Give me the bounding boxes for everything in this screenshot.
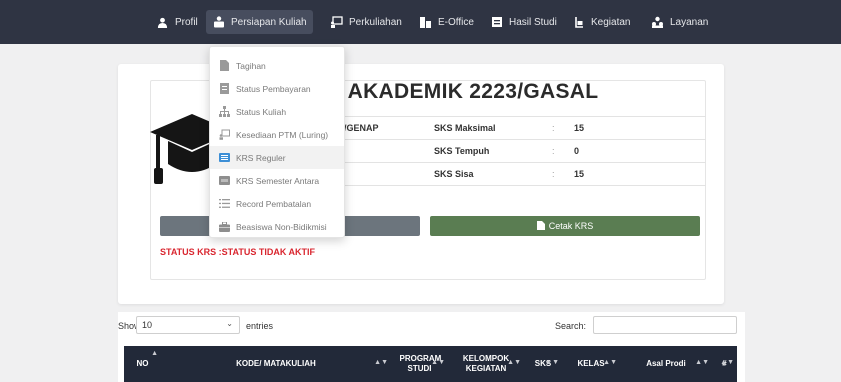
list-icon	[219, 152, 230, 163]
column-header-kelompok[interactable]: KELOMPOK KEGIATAN ▲▼	[448, 346, 524, 382]
sort-icon: ▲▼	[431, 359, 445, 366]
receipt-icon	[219, 83, 230, 94]
chalkboard-icon	[330, 16, 343, 29]
menu-label: Tagihan	[236, 60, 266, 71]
column-header-hash[interactable]: # ▲▼	[712, 346, 737, 382]
info-value: 0	[570, 139, 706, 163]
menu-label: Status Pembayaran	[236, 83, 311, 94]
sort-icon: ▲▼	[695, 359, 709, 366]
nav-label-kegiatan: Kegiatan	[591, 16, 631, 28]
persiapan-kuliah-dropdown: Tagihan Status Pembayaran Status Kuliah …	[209, 46, 345, 238]
grad-cap-icon	[490, 16, 503, 29]
menu-label: KRS Reguler	[236, 152, 286, 163]
list-lines-icon	[219, 198, 230, 209]
person-board-icon	[212, 16, 225, 29]
sort-icon: ▲▼	[374, 359, 388, 366]
column-label: KELOMPOK KEGIATAN	[462, 354, 510, 373]
menu-item-tagihan[interactable]: Tagihan	[210, 54, 344, 77]
column-header-sks[interactable]: SKS ▲▼	[524, 346, 562, 382]
menu-item-kesediaan-ptm[interactable]: Kesediaan PTM (Luring)	[210, 123, 344, 146]
menu-label: Beasiswa Non-Bidikmisi	[236, 221, 327, 232]
file-icon	[219, 60, 230, 71]
sort-icon: ▲▼	[603, 359, 617, 366]
sort-icon: ▲▼	[507, 359, 521, 366]
krs-status-text: STATUS KRS :STATUS TIDAK AKTIF	[160, 247, 315, 257]
menu-item-krs-reguler[interactable]: KRS Reguler	[210, 146, 344, 169]
search-label: Search:	[555, 321, 587, 331]
nav-item-profil[interactable]: Profil	[150, 10, 204, 34]
menu-item-record-pembatalan[interactable]: Record Pembatalan	[210, 192, 344, 215]
nav-label-persiapan-kuliah: Persiapan Kuliah	[231, 16, 307, 28]
menu-label: Status Kuliah	[236, 106, 287, 117]
user-icon	[156, 16, 169, 29]
nav-label-hasil-studi: Hasil Studi	[509, 16, 557, 28]
menu-item-status-pembayaran[interactable]: Status Pembayaran	[210, 77, 344, 100]
nav-label-perkuliahan: Perkuliahan	[349, 16, 402, 28]
column-label: Asal Prodi	[646, 359, 686, 368]
info-colon: :	[548, 139, 570, 163]
column-label: KODE/ MATAKULIAH	[236, 359, 316, 368]
chalkboard-icon	[219, 129, 230, 140]
info-value: 15	[570, 116, 706, 140]
top-navbar: Profil Persiapan Kuliah Perkuliahan E-Of…	[0, 0, 841, 44]
users-icon	[651, 16, 664, 29]
search-input[interactable]	[593, 316, 737, 334]
nav-label-e-office: E-Office	[438, 16, 474, 28]
calendar-icon	[572, 16, 585, 29]
entries-value: 10	[142, 320, 153, 330]
menu-label: KRS Semester Antara	[236, 175, 320, 186]
info-label: SKS Maksimal	[430, 116, 548, 140]
cetak-krs-button[interactable]: Cetak KRS	[430, 216, 700, 236]
info-colon: :	[548, 162, 570, 186]
column-header-no[interactable]: NO ▲	[124, 346, 161, 382]
sort-icon: ▲▼	[720, 359, 734, 366]
nav-item-hasil-studi[interactable]: Hasil Studi	[484, 10, 563, 34]
column-header-kelas[interactable]: KELAS ▲▼	[562, 346, 620, 382]
entries-label: entries	[246, 321, 274, 331]
info-value: 15	[570, 162, 706, 186]
entries-select[interactable]: 10 ⌄	[136, 316, 240, 334]
chevron-down-icon: ⌄	[226, 319, 233, 328]
sort-icon: ▲▼	[545, 359, 559, 366]
menu-label: Record Pembatalan	[236, 198, 312, 209]
sitemap-icon	[219, 106, 230, 117]
table-header: NO ▲ KODE/ MATAKULIAH ▲▼ PROGRAM STUDI ▲…	[124, 346, 737, 382]
nav-label-profil: Profil	[175, 16, 198, 28]
menu-label: Kesediaan PTM (Luring)	[236, 129, 329, 140]
briefcase-icon	[219, 221, 230, 232]
column-label: KELAS	[577, 359, 605, 368]
sort-icon: ▲	[151, 350, 158, 357]
info-label: SKS Sisa	[430, 162, 548, 186]
building-icon	[419, 16, 432, 29]
column-header-asal-prodi[interactable]: Asal Prodi ▲▼	[620, 346, 712, 382]
card-icon	[219, 175, 230, 186]
column-header-kode[interactable]: KODE/ MATAKULIAH ▲▼	[161, 346, 391, 382]
nav-item-perkuliahan[interactable]: Perkuliahan	[324, 10, 408, 34]
column-header-program-studi[interactable]: PROGRAM STUDI ▲▼	[391, 346, 448, 382]
info-colon: :	[548, 116, 570, 140]
column-label: NO	[136, 359, 149, 368]
menu-item-krs-semester-antara[interactable]: KRS Semester Antara	[210, 169, 344, 192]
info-label: SKS Tempuh	[430, 139, 548, 163]
nav-label-layanan: Layanan	[670, 16, 709, 28]
cetak-krs-label: Cetak KRS	[548, 221, 594, 231]
menu-item-status-kuliah[interactable]: Status Kuliah	[210, 100, 344, 123]
nav-item-persiapan-kuliah[interactable]: Persiapan Kuliah	[206, 10, 313, 34]
menu-item-beasiswa[interactable]: Beasiswa Non-Bidikmisi	[210, 215, 344, 238]
nav-item-e-office[interactable]: E-Office	[413, 10, 480, 34]
nav-item-layanan[interactable]: Layanan	[645, 10, 714, 34]
file-icon	[536, 220, 545, 232]
nav-item-kegiatan[interactable]: Kegiatan	[566, 10, 636, 34]
